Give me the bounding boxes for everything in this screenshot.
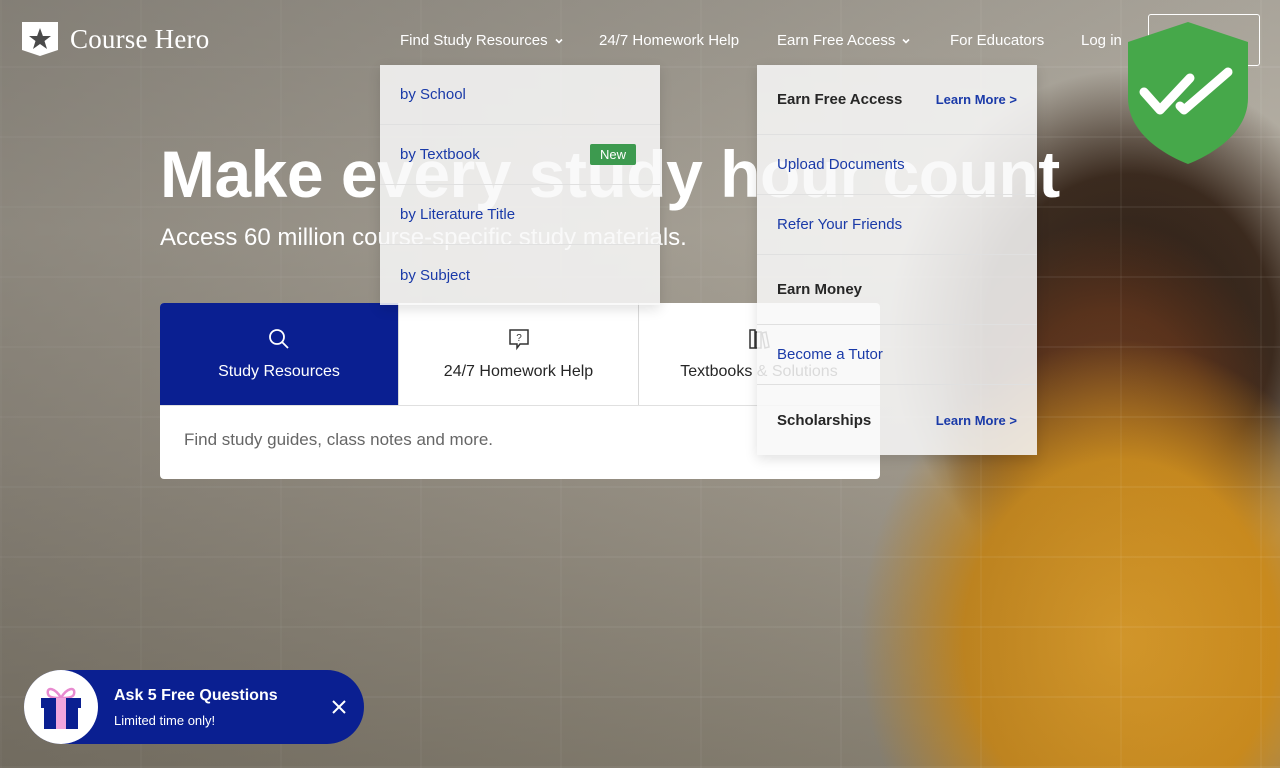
earn-free-access-section: Earn Free Access Learn More > [757, 65, 1037, 135]
dropdown-item-label: Upload Documents [777, 156, 905, 173]
nav-earn-free-access-label: Earn Free Access [777, 32, 896, 49]
logo-text: Course Hero [70, 23, 210, 54]
close-icon[interactable] [330, 698, 348, 716]
chevron-down-icon [555, 38, 563, 44]
dropdown-item-label: by Subject [400, 266, 471, 284]
search-input[interactable] [184, 430, 744, 450]
new-badge: New [589, 144, 636, 165]
study-resources-dropdown: by School by Textbook New by Literature … [380, 65, 660, 305]
nav-homework-help-label: 24/7 Homework Help [599, 32, 740, 49]
learn-more-link[interactable]: Learn More > [936, 92, 1017, 107]
gift-icon [41, 687, 81, 729]
earn-money-section: Earn Money [757, 255, 1037, 325]
search-icon [269, 329, 289, 349]
promo-subtitle: Limited time only! [114, 713, 216, 728]
dropdown-item-by-textbook[interactable]: by Textbook New [380, 125, 660, 185]
nav-login[interactable]: Log in [1081, 30, 1122, 52]
nav-find-study-resources-label: Find Study Resources [400, 32, 548, 49]
tab-homework-help[interactable]: ? 24/7 Homework Help [399, 303, 639, 405]
tab-study-resources-label: Study Resources [218, 363, 340, 380]
ask-free-questions-promo[interactable]: Ask 5 Free Questions Limited time only! [24, 670, 364, 744]
earn-free-access-heading: Earn Free Access [777, 91, 903, 108]
nav-login-label: Log in [1081, 32, 1122, 49]
dropdown-item-by-school[interactable]: by School [380, 65, 660, 125]
learn-more-link[interactable]: Learn More > [936, 413, 1017, 428]
dropdown-item-label: Refer Your Friends [777, 216, 903, 233]
nav-homework-help[interactable]: 24/7 Homework Help [599, 30, 739, 52]
chevron-down-icon [902, 38, 910, 44]
dropdown-item-label: by School [400, 86, 466, 103]
nav-for-educators[interactable]: For Educators [950, 30, 1044, 52]
tab-study-resources[interactable]: Study Resources [160, 303, 399, 405]
tab-homework-help-label: 24/7 Homework Help [443, 363, 594, 380]
question-bubble-icon: ? [508, 329, 529, 351]
course-hero-logo[interactable]: Course Hero [20, 20, 209, 58]
dropdown-item-label: by Literature Title [400, 206, 516, 223]
dropdown-item-label: by Textbook [400, 146, 480, 163]
earn-free-access-dropdown: Earn Free Access Learn More > Upload Doc… [757, 65, 1037, 455]
dropdown-item-by-literature-title[interactable]: by Literature Title [380, 185, 660, 245]
dropdown-item-by-subject[interactable]: by Subject [380, 245, 660, 305]
dropdown-item-label: Become a Tutor [777, 346, 883, 363]
scholarships-heading: Scholarships [777, 411, 872, 429]
nav-find-study-resources[interactable]: Find Study Resources [400, 30, 564, 52]
promo-title: Ask 5 Free Questions [114, 687, 278, 704]
dropdown-item-upload-documents[interactable]: Upload Documents [757, 135, 1037, 195]
verified-shield-icon [1128, 22, 1248, 164]
nav-earn-free-access[interactable]: Earn Free Access [777, 30, 911, 52]
logo-star-icon [22, 22, 58, 56]
earn-money-heading: Earn Money [777, 281, 863, 298]
scholarships-section: Scholarships Learn More > [757, 385, 1037, 455]
svg-text:?: ? [516, 333, 522, 344]
dropdown-item-become-tutor[interactable]: Become a Tutor [757, 325, 1037, 385]
nav-for-educators-label: For Educators [950, 32, 1045, 49]
dropdown-item-refer-friends[interactable]: Refer Your Friends [757, 195, 1037, 255]
